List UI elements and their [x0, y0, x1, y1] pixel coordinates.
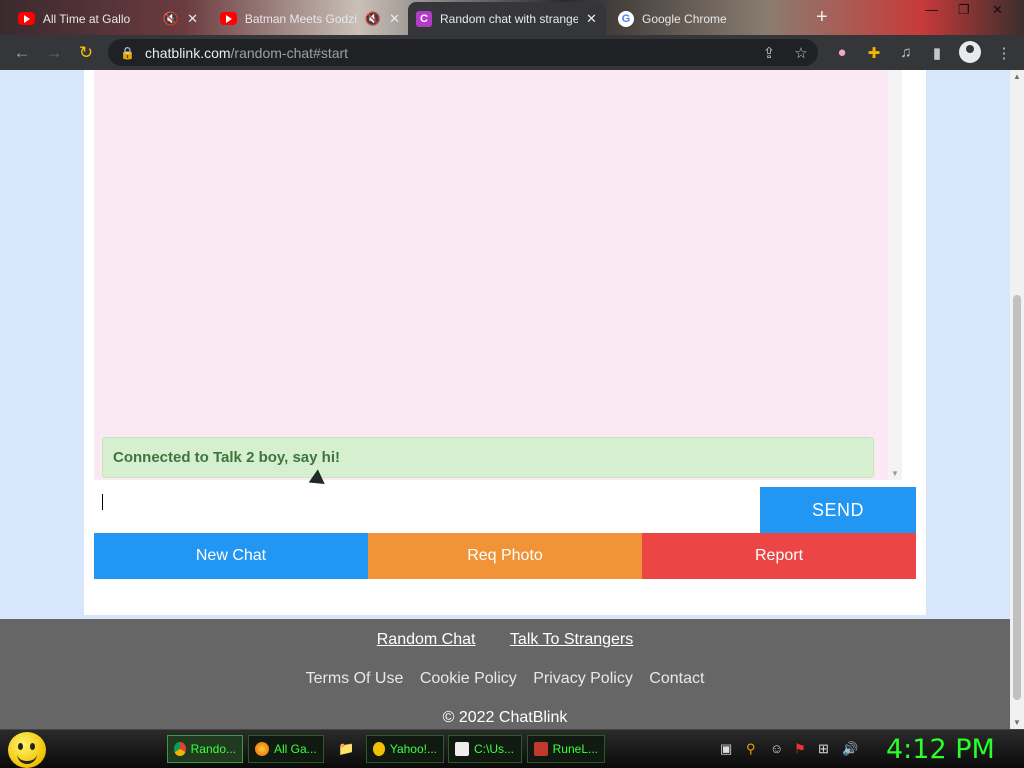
start-smiley-icon[interactable] [8, 732, 46, 768]
footer-link-terms[interactable]: Terms Of Use [306, 670, 404, 687]
address-bar[interactable]: 🔒 chatblink.com/random-chat#start [108, 39, 818, 66]
chat-log[interactable]: ▼ [94, 70, 902, 480]
send-button[interactable]: SEND [760, 487, 916, 533]
taskbar-item-label: RuneL... [552, 742, 598, 756]
tray-network-icon[interactable]: ⊞ [818, 741, 829, 757]
chrome-icon [174, 742, 186, 756]
restore-icon[interactable]: ❐ [958, 2, 970, 18]
page-viewport: ▼ Connected to Talk 2 boy, say hi! SEND … [0, 70, 1024, 729]
lock-icon: 🔒 [120, 45, 135, 60]
mute-icon[interactable]: 🔇 [163, 11, 179, 27]
footer-link-contact[interactable]: Contact [649, 670, 704, 687]
scroll-down-icon[interactable]: ▼ [891, 469, 899, 478]
minimize-icon[interactable]: — [925, 2, 938, 17]
footer-link-cookie-policy[interactable]: Cookie Policy [420, 670, 517, 687]
side-panel-icon[interactable]: ▮ [928, 44, 946, 62]
7zip-icon [455, 742, 469, 756]
taskbar-item-yahoo[interactable]: Yahoo!... [366, 735, 444, 763]
window-close-icon[interactable]: ✕ [992, 2, 1003, 18]
media-control-icon[interactable]: ♫ [897, 44, 915, 61]
bookmark-star-icon[interactable]: ☆ [792, 44, 810, 62]
close-icon[interactable]: ✕ [389, 11, 400, 27]
chat-container: ▼ Connected to Talk 2 boy, say hi! SEND … [84, 70, 926, 615]
tab-youtube-2[interactable]: Batman Meets Godzilla 🔇 ✕ [212, 2, 408, 35]
os-taskbar: Rando... All Ga... 📁 Yahoo!... C:\Us... … [0, 729, 1024, 768]
footer-link-random-chat[interactable]: Random Chat [377, 631, 476, 648]
close-icon[interactable]: ✕ [586, 11, 597, 27]
menu-kebab-icon[interactable]: ⋮ [995, 44, 1013, 62]
text-caret [102, 494, 103, 510]
tab-title: Google Chrome [642, 11, 727, 26]
tray-flag-icon[interactable]: ⚑ [794, 741, 806, 757]
url-host: chatblink.com [144, 44, 231, 61]
profile-avatar-icon[interactable] [959, 41, 981, 63]
mute-icon[interactable]: 🔇 [365, 11, 381, 27]
taskbar-item-label: Rando... [190, 742, 236, 756]
site-footer: Random Chat Talk To Strangers Terms Of U… [0, 619, 1010, 729]
footer-link-privacy-policy[interactable]: Privacy Policy [533, 670, 633, 687]
taskbar-item-chrome[interactable]: Rando... [167, 735, 243, 763]
scroll-down-icon[interactable]: ▼ [1013, 718, 1021, 727]
tray-messenger-icon[interactable]: ☺ [770, 741, 783, 756]
tray-runelite-icon[interactable]: ▣ [720, 741, 732, 757]
scroll-up-icon[interactable]: ▲ [1013, 72, 1021, 81]
back-icon[interactable]: ← [12, 43, 32, 63]
connection-status-message: Connected to Talk 2 boy, say hi! [102, 437, 874, 478]
tab-chatblink[interactable]: C Random chat with strangers ✕ [408, 2, 606, 35]
forward-icon[interactable]: → [44, 43, 64, 63]
youtube-icon [220, 12, 237, 25]
taskbar-item-label: C:\Us... [474, 742, 515, 756]
extensions-puzzle-icon[interactable]: ✚ [865, 44, 883, 62]
report-button[interactable]: Report [642, 533, 916, 579]
reload-icon[interactable]: ↻ [76, 43, 96, 63]
footer-primary-links: Random Chat Talk To Strangers [0, 631, 1010, 649]
footer-secondary-links: Terms Of Use Cookie Policy Privacy Polic… [0, 670, 1010, 688]
new-tab-icon[interactable]: + [816, 6, 828, 29]
chat-log-scrollbar[interactable]: ▼ [888, 70, 902, 480]
footer-copyright: © 2022 ChatBlink [442, 709, 568, 726]
chatblink-icon: C [416, 10, 432, 27]
tray-volume-icon[interactable]: 🔊 [842, 741, 858, 757]
tab-google[interactable]: G Google Chrome [610, 2, 806, 35]
firefox-icon [255, 742, 269, 756]
taskbar-item-7zip[interactable]: C:\Us... [448, 735, 522, 763]
extension-flag-icon[interactable]: ● [833, 44, 851, 61]
taskbar-item-firefox[interactable]: All Ga... [248, 735, 324, 763]
request-photo-button[interactable]: Req Photo [368, 533, 642, 579]
tray-search-icon[interactable]: ⚲ [746, 741, 756, 757]
message-input[interactable] [94, 487, 760, 533]
tab-title: Batman Meets Godzilla [244, 11, 357, 26]
taskbar-item-runelite[interactable]: RuneL... [527, 735, 605, 763]
url-path: /random-chat#start [230, 44, 349, 61]
page-scrollbar[interactable]: ▲ ▼ [1010, 70, 1024, 729]
new-chat-button[interactable]: New Chat [94, 533, 368, 579]
runelite-icon [534, 742, 548, 756]
tab-youtube-1[interactable]: All Time at Gallo 🔇 ✕ [10, 2, 206, 35]
browser-tab-strip: All Time at Gallo 🔇 ✕ Batman Meets Godzi… [0, 0, 1024, 35]
taskbar-item-label: All Ga... [274, 742, 317, 756]
google-icon: G [618, 10, 634, 27]
youtube-icon [18, 12, 35, 25]
tab-title: Random chat with strangers [440, 11, 578, 26]
browser-toolbar: ← → ↻ 🔒 chatblink.com/random-chat#start … [0, 35, 1024, 70]
taskbar-clock: 4:12 PM [886, 734, 995, 765]
folder-icon[interactable]: 📁 [338, 741, 354, 757]
yahoo-messenger-icon [373, 742, 385, 756]
close-icon[interactable]: ✕ [187, 11, 198, 27]
footer-link-talk-to-strangers[interactable]: Talk To Strangers [510, 631, 633, 648]
taskbar-item-label: Yahoo!... [389, 742, 437, 756]
chat-action-row: New Chat Req Photo Report [94, 533, 916, 579]
share-icon[interactable]: ⇪ [760, 44, 778, 62]
tab-title: All Time at Gallo [42, 11, 131, 26]
page-scrollbar-thumb[interactable] [1013, 295, 1021, 700]
